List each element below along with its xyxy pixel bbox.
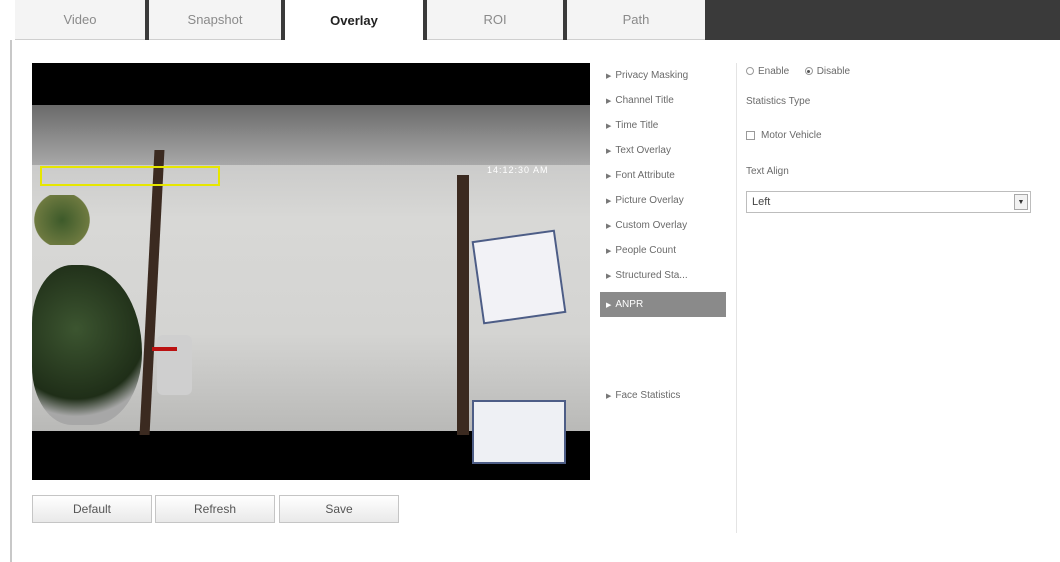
disable-label: Disable [816,66,851,77]
bullet-icon: ▶ [606,272,612,280]
scene-box [472,400,566,464]
scene-stand [157,335,192,395]
bullet-icon: ▶ [606,122,612,130]
menu-item-text-overlay[interactable]: ▶ Text Overlay [600,138,726,163]
scene-pole [457,175,469,435]
tab-video[interactable]: Video [15,0,145,40]
camera-scene: 14:12:30 AM [32,105,590,464]
tab-bar-fill [705,0,1060,40]
default-button[interactable]: Default [32,495,152,523]
scene-box [471,229,567,325]
bullet-icon: ▶ [606,72,612,80]
menu-item-custom-overlay[interactable]: ▶ Custom Overlay [600,213,726,238]
panel-divider [736,63,737,533]
tab-bar: Video Snapshot Overlay ROI Path [0,0,1060,40]
save-button[interactable]: Save [279,495,399,523]
menu-item-people-count[interactable]: ▶ People Count [600,238,726,263]
menu-item-structured-statistics[interactable]: ▶ Structured Sta... [600,263,726,288]
refresh-button[interactable]: Refresh [155,495,275,523]
tab-path[interactable]: Path [567,0,705,40]
menu-item-time-title[interactable]: ▶ Time Title [600,113,726,138]
osd-time: 14:12:30 AM [487,165,549,175]
motor-vehicle-label: Motor Vehicle [761,130,822,141]
tab-roi[interactable]: ROI [427,0,563,40]
menu-item-picture-overlay[interactable]: ▶ Picture Overlay [600,188,726,213]
bullet-icon: ▶ [606,222,612,230]
text-align-label: Text Align [746,166,789,177]
menu-item-font-attribute[interactable]: ▶ Font Attribute [600,163,726,188]
enable-row: Enable Disable [746,66,946,77]
bullet-icon: ▶ [606,247,612,255]
statistics-type-label: Statistics Type [746,96,811,107]
enable-radio[interactable] [746,67,754,76]
enable-label: Enable [758,66,790,77]
menu-item-face-statistics[interactable]: ▶ Face Statistics [600,383,726,408]
motor-vehicle-checkbox[interactable] [746,130,755,140]
scene-plant [32,265,142,425]
text-align-value: Left [752,196,771,208]
tab-snapshot[interactable]: Snapshot [149,0,281,40]
left-border [10,40,12,562]
bullet-icon: ▶ [606,147,612,155]
bullet-icon: ▶ [606,97,612,105]
scene-roof [32,105,590,165]
text-align-select[interactable]: Left ▼ [746,191,1031,213]
chevron-down-icon[interactable]: ▼ [1014,194,1028,210]
motor-vehicle-row: Motor Vehicle [746,130,946,141]
bullet-icon: ▶ [606,172,612,180]
menu-item-anpr[interactable]: ▶ ANPR [600,292,726,317]
bullet-icon: ▶ [606,197,612,205]
tab-overlay[interactable]: Overlay [285,0,423,40]
overlay-region-box[interactable] [40,166,220,186]
video-preview[interactable]: 14:12:30 AM [32,63,590,480]
disable-radio[interactable] [804,67,813,76]
menu-item-channel-title[interactable]: ▶ Channel Title [600,88,726,113]
menu-item-privacy-masking[interactable]: ▶ Privacy Masking [600,63,726,88]
bullet-icon: ▶ [606,301,612,309]
scene-marker [152,347,177,351]
bullet-icon: ▶ [606,392,612,400]
scene-plant [32,195,92,245]
